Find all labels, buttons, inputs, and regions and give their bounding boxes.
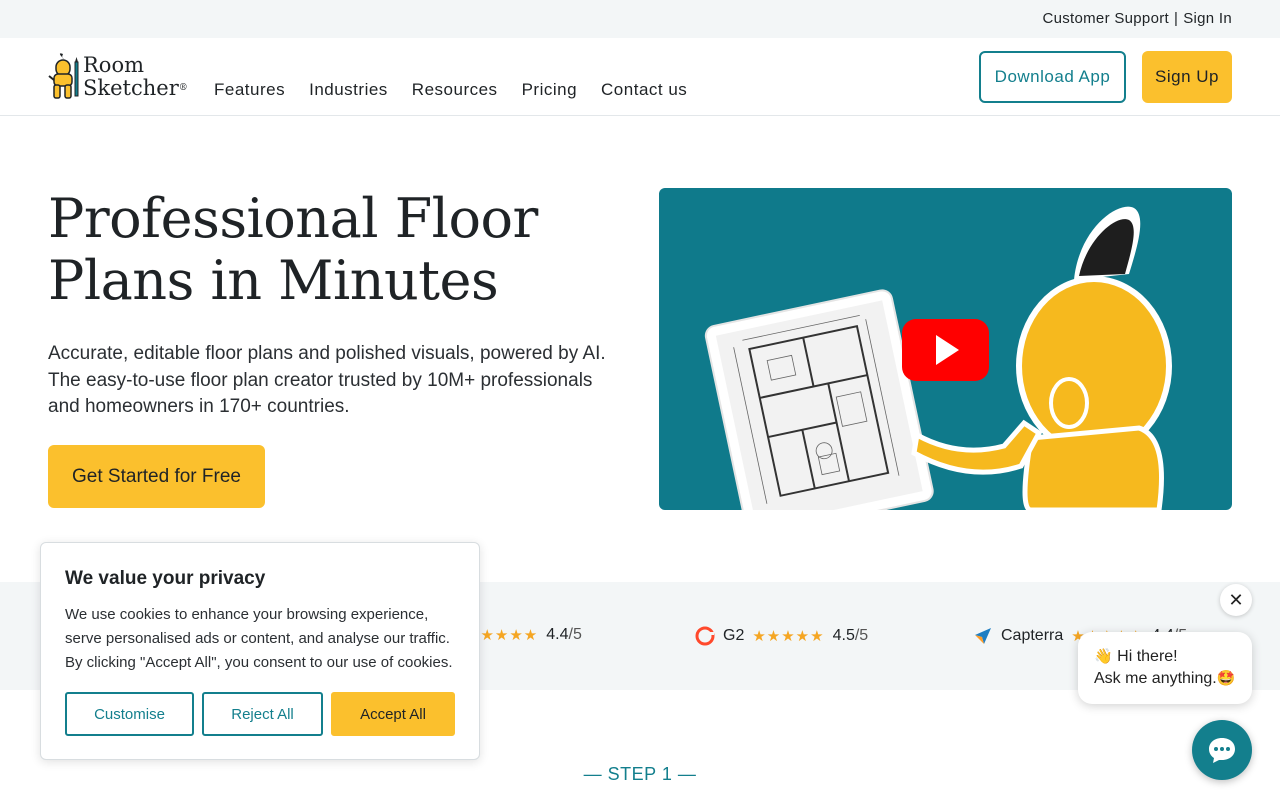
chat-launcher-button[interactable] [1192, 720, 1252, 780]
rating-score-denominator: /5 [854, 627, 869, 644]
download-app-button[interactable]: Download App [979, 51, 1126, 103]
rating-name: Capterra [1001, 627, 1064, 644]
chat-greeting-bubble[interactable]: 👋 Hi there! Ask me anything.🤩 [1078, 632, 1252, 704]
close-icon: ✕ [1228, 589, 1244, 610]
main-header: Room Sketcher® Features Industries Resou… [0, 38, 1280, 116]
cookie-title: We value your privacy [65, 568, 266, 589]
hero-video[interactable] [659, 188, 1232, 510]
chat-greeting: Hi there! [1117, 648, 1178, 665]
rating-name: G2 [723, 627, 745, 644]
nav-item-pricing[interactable]: Pricing [522, 80, 577, 100]
utility-links: Customer Support | Sign In [1042, 10, 1232, 27]
video-thumbnail-illustration [704, 206, 1172, 510]
chat-greeting-line: 👋 Hi there! [1094, 646, 1236, 668]
registered-mark: ® [178, 83, 188, 93]
chat-icon [1209, 738, 1235, 763]
utility-separator: | [1173, 10, 1179, 27]
hero-subtitle: Accurate, editable floor plans and polis… [48, 343, 606, 417]
rating-score: 4.5/5 [833, 627, 869, 645]
brand-line-2: Sketcher® [83, 77, 188, 100]
roomsketcher-logo-icon [48, 53, 79, 99]
nav-item-contact[interactable]: Contact us [601, 80, 687, 100]
brand-line-1: Room [83, 53, 145, 77]
chat-close-button[interactable]: ✕ [1220, 584, 1252, 616]
rating-score-value: 4.4 [546, 626, 569, 643]
rating-item-g2[interactable]: G2 ★★★★★ 4.5/5 [695, 626, 868, 646]
wave-icon: 👋 [1094, 648, 1113, 665]
cookie-consent-dialog: We value your privacy We use cookies to … [40, 542, 480, 760]
rating-score-value: 4.5 [832, 627, 855, 644]
sign-in-link[interactable]: Sign In [1183, 10, 1232, 27]
sign-up-button[interactable]: Sign Up [1142, 51, 1232, 103]
star-struck-emoji-icon: 🤩 [1216, 670, 1236, 687]
brand-logo[interactable]: Room Sketcher® [48, 52, 188, 102]
reject-all-button[interactable]: Reject All [202, 692, 323, 736]
chat-prompt: Ask me anything. [1094, 670, 1217, 687]
g2-logo-icon [695, 626, 715, 646]
brand-wordmark: Room Sketcher® [83, 54, 188, 100]
customer-support-link[interactable]: Customer Support [1042, 10, 1169, 27]
rating-score-denominator: /5 [568, 626, 582, 643]
star-icon: ★★★★★ [752, 628, 825, 645]
get-started-button[interactable]: Get Started for Free [48, 445, 265, 508]
top-utility-bar: Customer Support | Sign In [0, 0, 1280, 38]
youtube-play-icon [902, 319, 989, 381]
accept-all-button[interactable]: Accept All [331, 692, 455, 736]
cookie-body: We use cookies to enhance your browsing … [65, 606, 453, 671]
main-nav: Features Industries Resources Pricing Co… [214, 80, 687, 100]
rating-score: 4.4/5 [546, 626, 582, 644]
step-label: — STEP 1 — [583, 764, 697, 784]
hero-title: Professional Floor Plans in Minutes [48, 188, 608, 312]
brand-line-2-text: Sketcher [83, 76, 179, 100]
capterra-logo-icon [975, 628, 991, 644]
chat-prompt-line: Ask me anything.🤩 [1094, 668, 1236, 690]
nav-item-industries[interactable]: Industries [309, 80, 388, 100]
hero-title-line-2: Plans in Minutes [48, 249, 499, 312]
customise-button[interactable]: Customise [65, 692, 194, 736]
nav-item-features[interactable]: Features [214, 80, 285, 100]
nav-item-resources[interactable]: Resources [412, 80, 498, 100]
hero-title-line-1: Professional Floor [48, 187, 538, 250]
